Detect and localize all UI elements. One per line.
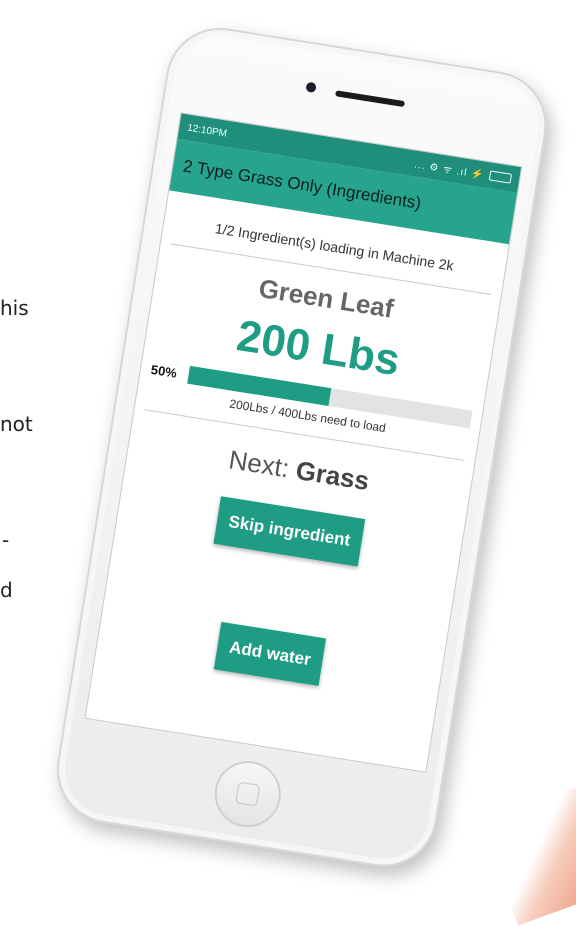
next-label: Next:	[226, 444, 292, 484]
home-square-icon	[235, 781, 261, 807]
progress-percent-label: 50%	[149, 361, 178, 381]
home-button[interactable]	[209, 756, 286, 832]
background-text-fragment-4: d	[0, 578, 13, 602]
main-content: 1/2 Ingredient(s) loading in Machine 2k …	[96, 190, 509, 704]
next-ingredient-name: Grass	[293, 454, 372, 497]
phone-mockup: 12:10PM ... ⚙ ᯤ .ıl ⚡ 2 Type Grass Only …	[49, 20, 555, 875]
earpiece-speaker	[334, 90, 406, 108]
add-water-button[interactable]: Add water	[213, 621, 327, 686]
background-text-fragment-1: his	[0, 296, 29, 320]
background-text-fragment-3: -	[2, 528, 10, 552]
background-text-fragment-2: not	[0, 412, 33, 436]
battery-icon	[488, 170, 513, 184]
phone-screen: 12:10PM ... ⚙ ᯤ .ıl ⚡ 2 Type Grass Only …	[84, 112, 523, 773]
decorative-swoosh	[480, 784, 576, 926]
skip-ingredient-button[interactable]: Skip ingredient	[213, 496, 366, 567]
front-camera	[305, 81, 317, 94]
status-time: 12:10PM	[186, 122, 228, 140]
